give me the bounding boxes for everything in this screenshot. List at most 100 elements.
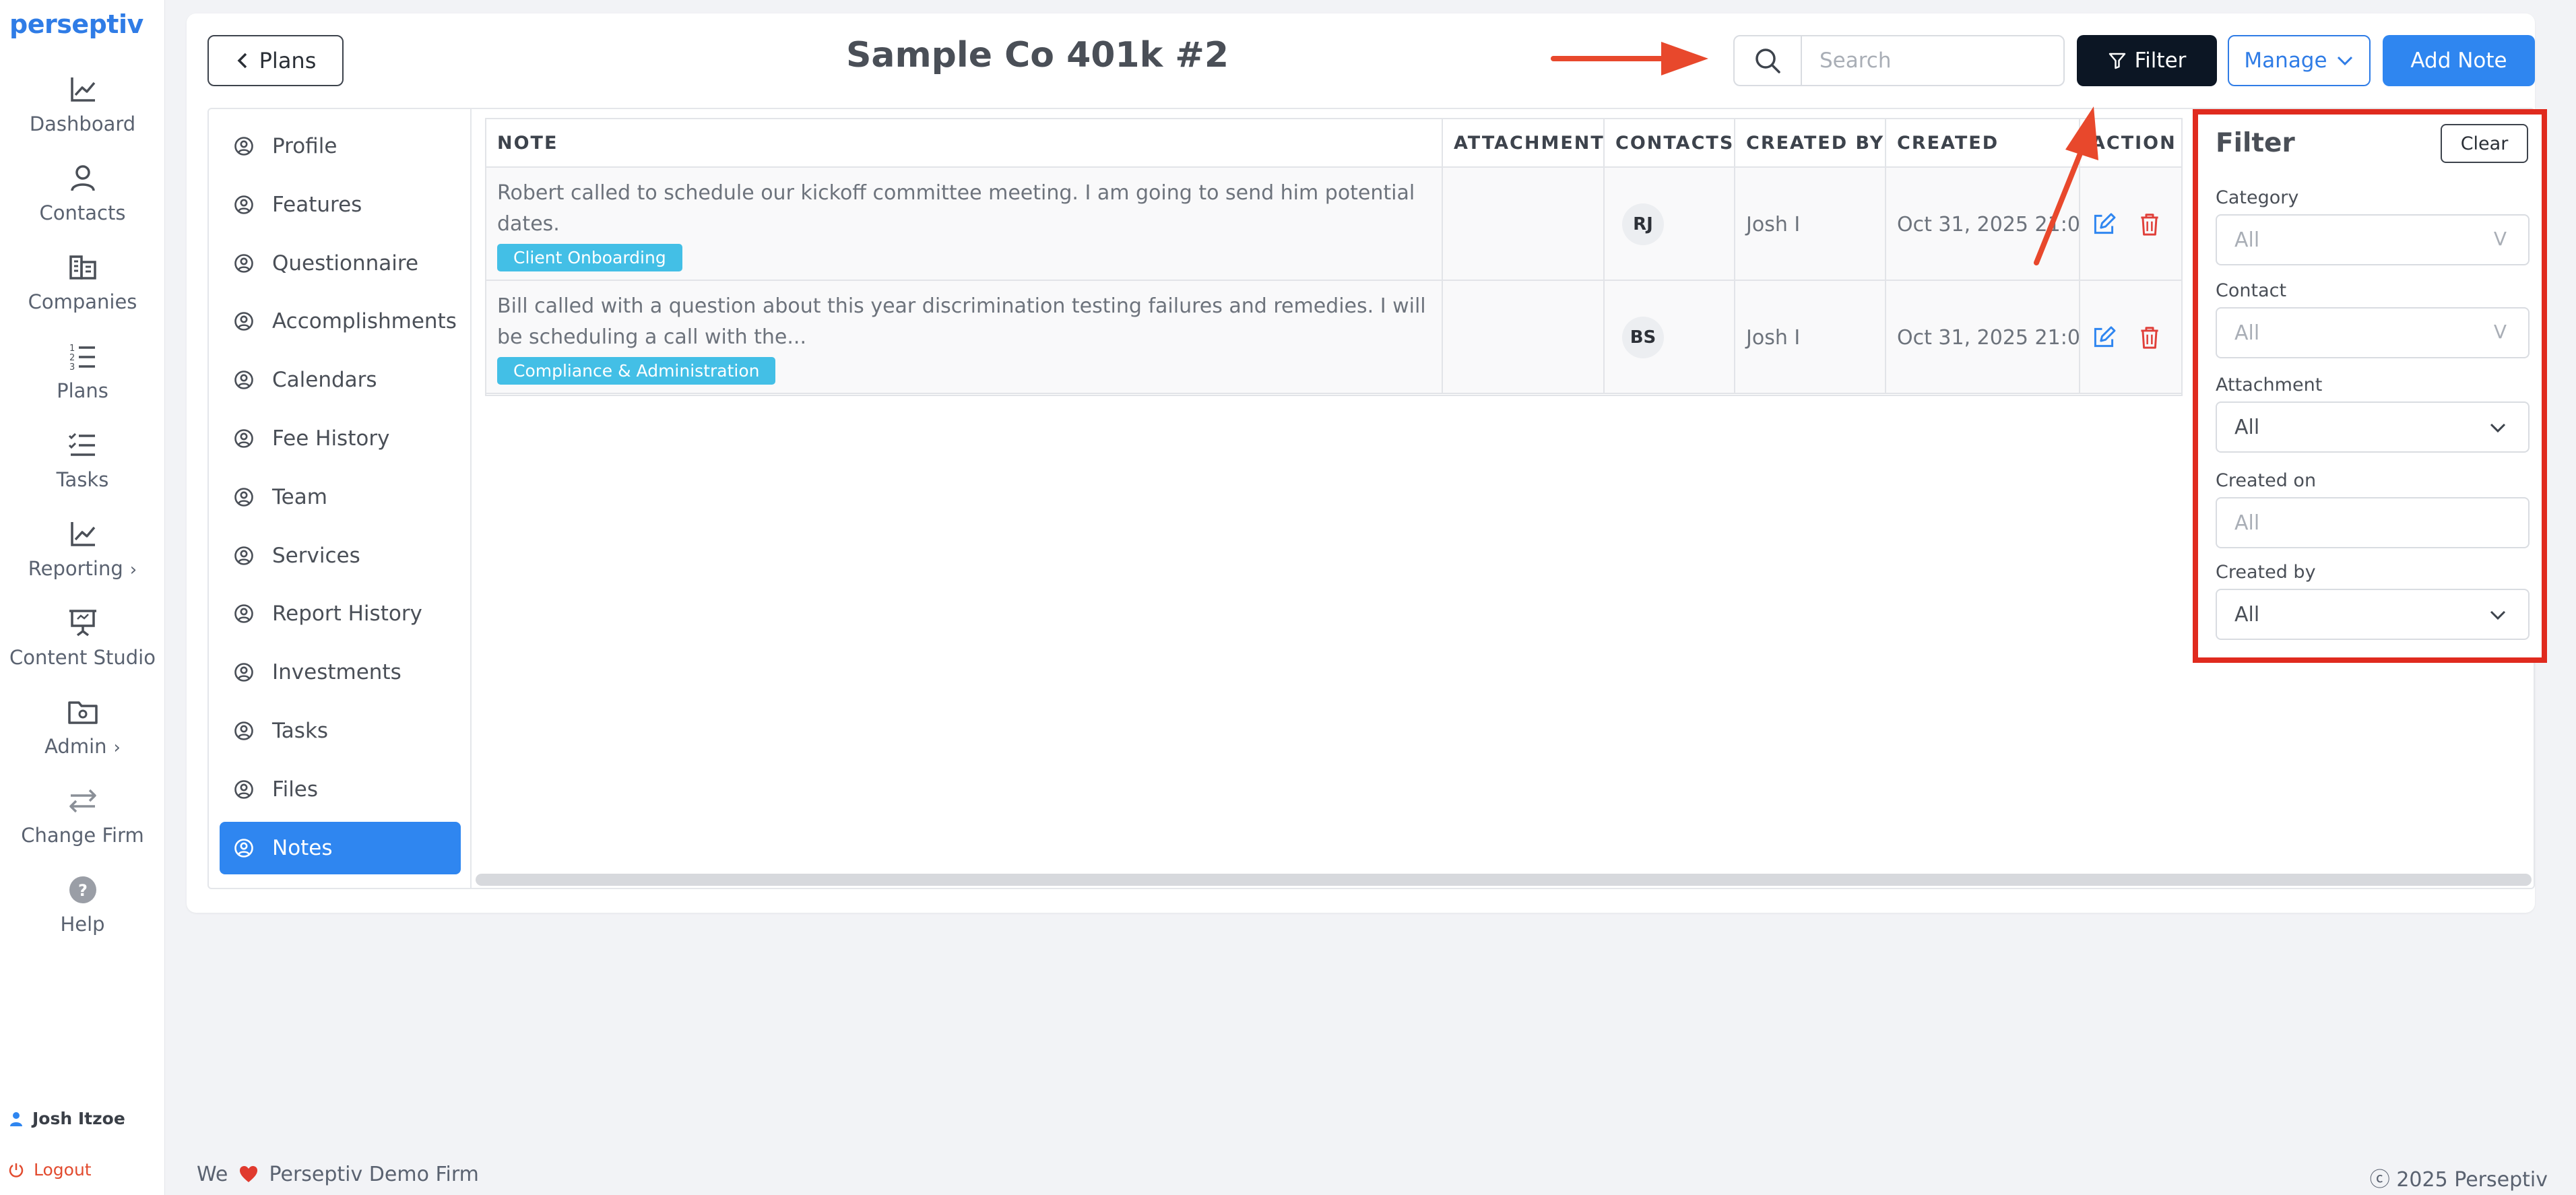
filter-button[interactable]: Filter: [2077, 35, 2217, 86]
nav-label: Dashboard: [29, 112, 136, 135]
user-icon: [70, 165, 95, 191]
chevron-down-icon: [2490, 423, 2506, 433]
clear-filters-button[interactable]: Clear: [2441, 124, 2528, 163]
chevron-down-icon: [2490, 610, 2506, 620]
nav-item-contacts[interactable]: Contacts: [0, 160, 165, 240]
subnav-item-notes[interactable]: Notes: [220, 821, 461, 874]
action-cell: [2080, 281, 2181, 394]
nav-label: Contacts: [39, 201, 126, 224]
subnav-item-calendars[interactable]: Calendars: [220, 354, 461, 406]
user-circle-icon: [234, 546, 253, 565]
note-cell: Bill called with a question about this y…: [486, 281, 1443, 394]
footer-copyright: ⓒ 2025 Perseptiv: [2369, 1168, 2548, 1192]
app-logo[interactable]: perseptiv: [9, 9, 143, 39]
subnav-label: Calendars: [272, 368, 377, 393]
created-on-date-input[interactable]: All: [2216, 497, 2530, 548]
contacts-cell: BS: [1605, 281, 1735, 394]
search-button[interactable]: [1735, 36, 1802, 85]
user-icon: [10, 1112, 22, 1126]
nav-item-tasks[interactable]: Tasks: [0, 426, 165, 507]
notes-table: NOTE ATTACHMENT CONTACTS CREATED BY CREA…: [485, 118, 2183, 396]
nav-item-dashboard[interactable]: Dashboard: [0, 71, 165, 152]
trash-icon[interactable]: [2135, 207, 2164, 241]
column-header-note[interactable]: NOTE: [486, 119, 1443, 168]
filter-label-category: Category: [2216, 187, 2299, 208]
subnav-item-report-history[interactable]: Report History: [220, 587, 461, 640]
filter-label-created-on: Created on: [2216, 470, 2317, 491]
created-by-cell: Josh I: [1735, 168, 1886, 281]
subnav-item-accomplishments[interactable]: Accomplishments: [220, 295, 461, 348]
attachment-cell: [1443, 281, 1605, 394]
buildings-icon: [69, 255, 96, 280]
subnav-label: Investments: [272, 660, 401, 685]
heart-icon: [239, 1166, 257, 1182]
subnav-item-team[interactable]: Team: [220, 471, 461, 523]
folder-gear-icon: [67, 701, 98, 724]
created-by-select-value: All: [2234, 602, 2260, 626]
attachment-select[interactable]: All: [2216, 401, 2530, 453]
edit-icon[interactable]: [2090, 321, 2118, 354]
search-input[interactable]: [1803, 36, 2063, 85]
nav-label: Reporting ›: [28, 557, 137, 580]
filter-button-label: Filter: [2134, 49, 2187, 73]
action-cell: [2080, 168, 2181, 281]
column-header-action: ACTION: [2080, 119, 2181, 168]
dropdown-indicator: V: [2493, 321, 2507, 343]
nav-label: Plans: [57, 379, 108, 402]
logout-link[interactable]: Logout: [8, 1160, 92, 1180]
subnav-item-questionnaire[interactable]: Questionnaire: [220, 237, 461, 290]
nav-item-change-firm[interactable]: Change Firm: [0, 782, 165, 863]
current-user[interactable]: Josh Itzoe: [8, 1109, 125, 1128]
user-circle-icon: [234, 195, 253, 214]
nav-item-admin[interactable]: Admin ›: [0, 693, 165, 774]
edit-icon[interactable]: [2090, 207, 2118, 241]
nav-label: Help: [60, 913, 105, 936]
swap-arrows-icon: [69, 789, 96, 813]
horizontal-scrollbar[interactable]: [476, 874, 2532, 886]
subnav-label: Report History: [272, 602, 422, 626]
subnav-item-tasks[interactable]: Tasks: [220, 705, 461, 757]
nav-item-content-studio[interactable]: Content Studio: [0, 604, 165, 685]
subnav-item-profile[interactable]: Profile: [220, 120, 461, 172]
nav-item-help[interactable]: ? Help: [0, 871, 165, 952]
category-select-value: All: [2234, 228, 2260, 252]
contact-avatar[interactable]: RJ: [1622, 203, 1664, 245]
footer-credit: We Perseptiv Demo Firm: [197, 1163, 479, 1186]
contact-select[interactable]: All V: [2216, 307, 2530, 358]
user-circle-icon: [234, 721, 253, 740]
table-row[interactable]: Robert called to schedule our kickoff co…: [486, 168, 2181, 281]
subnav-item-features[interactable]: Features: [220, 179, 461, 231]
contact-avatar[interactable]: BS: [1622, 317, 1664, 358]
column-header-created[interactable]: CREATED: [1886, 119, 2080, 168]
created-by-cell: Josh I: [1735, 281, 1886, 394]
svg-text:2: 2: [69, 353, 75, 363]
trash-icon[interactable]: [2135, 321, 2164, 354]
manage-dropdown-button[interactable]: Manage: [2228, 35, 2371, 86]
nav-item-reporting[interactable]: Reporting ›: [0, 515, 165, 596]
subnav-label: Notes: [272, 835, 333, 860]
created-by-select[interactable]: All: [2216, 589, 2530, 640]
chevron-right-icon: ›: [129, 560, 137, 580]
subnav-label: Questionnaire: [272, 251, 419, 276]
chevron-right-icon: ›: [113, 738, 121, 758]
nav-label: Admin ›: [44, 735, 121, 758]
attachment-cell: [1443, 168, 1605, 281]
subnav-item-fee-history[interactable]: Fee History: [220, 412, 461, 465]
subnav-item-investments[interactable]: Investments: [220, 646, 461, 699]
user-circle-icon: [234, 779, 253, 799]
column-header-contacts[interactable]: CONTACTS: [1605, 119, 1735, 168]
table-row[interactable]: Bill called with a question about this y…: [486, 281, 2181, 394]
column-header-created-by[interactable]: CREATED BY: [1735, 119, 1886, 168]
category-select[interactable]: All V: [2216, 214, 2530, 265]
column-header-attachment[interactable]: ATTACHMENT: [1443, 119, 1605, 168]
subnav-item-files[interactable]: Files: [220, 763, 461, 816]
nav-item-companies[interactable]: Companies: [0, 249, 165, 329]
svg-text:?: ?: [78, 881, 88, 900]
nav-item-plans[interactable]: 123 Plans: [0, 337, 165, 418]
back-to-plans-button[interactable]: Plans: [207, 35, 344, 86]
subnav-label: Features: [272, 192, 362, 217]
presentation-icon: [69, 610, 96, 637]
funnel-icon: [2108, 53, 2125, 69]
add-note-button[interactable]: Add Note: [2383, 35, 2535, 86]
subnav-item-services[interactable]: Services: [220, 529, 461, 582]
